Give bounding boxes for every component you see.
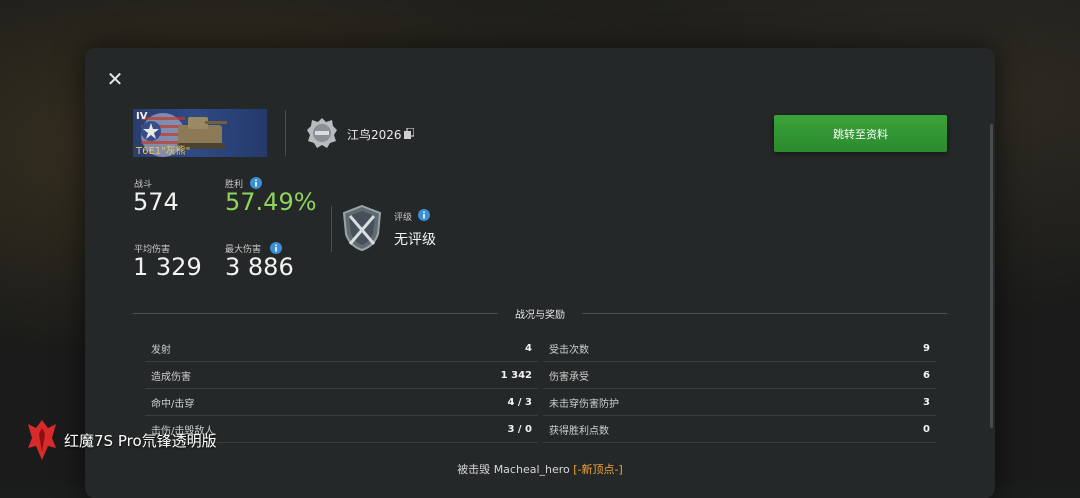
- row-label: 命中/击穿: [151, 399, 195, 410]
- row-value: 4: [525, 343, 532, 354]
- row-label: 发射: [151, 345, 171, 356]
- max-damage-value: 3 886: [225, 253, 294, 281]
- avg-damage-value: 1 329: [133, 253, 202, 281]
- row-label: 未击穿伤害防护: [549, 399, 619, 410]
- rating-label: 评级: [394, 213, 413, 223]
- table-row: 受击次数 9: [543, 336, 936, 362]
- table-row: 命中/击穿 4 / 3: [145, 390, 538, 416]
- table-row: 造成伤害 1 342: [145, 363, 538, 389]
- destroyed-by-prefix: 被击毁: [457, 463, 491, 476]
- section-divider-right: [582, 313, 947, 314]
- info-icon[interactable]: [418, 209, 430, 221]
- row-label: 获得胜利点数: [549, 426, 609, 437]
- clan-emblem-icon: [307, 118, 337, 148]
- row-value: 4 / 3: [507, 397, 532, 408]
- table-row: 发射 4: [145, 336, 538, 362]
- row-label: 受击次数: [549, 345, 589, 356]
- wins-value: 57.49%: [225, 188, 317, 216]
- tank-tier: IV: [136, 111, 148, 122]
- row-value: 9: [923, 343, 930, 354]
- row-value: 3 / 0: [507, 424, 532, 435]
- divider: [285, 110, 286, 156]
- rating-shield-icon: [342, 204, 382, 252]
- table-row: 未击穿伤害防护 3: [543, 390, 936, 416]
- row-value: 1 342: [500, 370, 532, 381]
- row-label: 伤害承受: [549, 372, 589, 383]
- tank-name: T6E1"灰熊": [136, 146, 191, 157]
- destroyer-name: Macheal_hero: [493, 463, 570, 476]
- row-value: 3: [923, 397, 930, 408]
- go-to-profile-button[interactable]: 跳转至资料: [774, 115, 947, 152]
- row-value: 6: [923, 370, 930, 381]
- battles-value: 574: [133, 188, 179, 216]
- section-divider-left: [133, 313, 498, 314]
- row-value: 0: [923, 424, 930, 435]
- table-row: 伤害承受 6: [543, 363, 936, 389]
- rating-value: 无评级: [394, 232, 436, 248]
- destroyer-clan-tag: [-新顶点-]: [573, 463, 623, 476]
- section-title: 战况与奖励: [515, 310, 565, 321]
- brand-logo-icon: [28, 420, 56, 460]
- scrollbar[interactable]: [990, 124, 993, 428]
- table-row: 获得胜利点数 0: [543, 417, 936, 443]
- divider: [331, 206, 332, 252]
- device-watermark: 红魔7S Pro氘锋透明版: [26, 418, 217, 462]
- close-icon[interactable]: ✕: [104, 68, 126, 90]
- player-name: 江鸟2026: [347, 128, 402, 142]
- copy-icon[interactable]: [404, 128, 414, 139]
- destroyed-by-line: 被击毁 Macheal_hero [-新顶点-]: [440, 461, 640, 477]
- tank-card: IV T6E1"灰熊": [133, 109, 267, 157]
- watermark-text: 红魔7S Pro氘锋透明版: [64, 431, 217, 450]
- row-label: 造成伤害: [151, 372, 191, 383]
